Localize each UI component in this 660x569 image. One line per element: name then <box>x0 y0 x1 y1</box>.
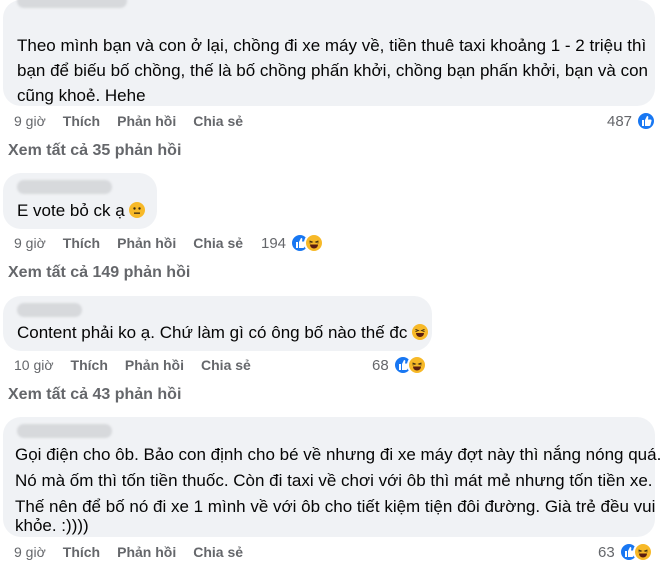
laughing-face-emoji <box>412 324 429 340</box>
reaction-count: 68 <box>372 356 389 374</box>
reaction-count: 194 <box>261 234 287 252</box>
reaction-count: 487 <box>607 112 633 130</box>
reaction-summary[interactable]: 63 <box>598 542 653 562</box>
view-replies-link[interactable]: Xem tất cả 149 phản hồi <box>8 264 190 282</box>
comment-time[interactable]: 9 giờ <box>14 544 46 560</box>
commenter-name-redacted[interactable] <box>17 424 112 438</box>
comment-time[interactable]: 9 giờ <box>14 235 46 251</box>
reply-button[interactable]: Phản hồi <box>125 357 184 373</box>
comment-text-line: Nó mà ốm thì tốn tiền thuốc. Còn đi taxi… <box>15 471 653 490</box>
comment-text: E vote bỏ ck ạ <box>17 201 125 220</box>
share-button[interactable]: Chia sẻ <box>193 544 243 560</box>
haha-icon <box>632 542 653 562</box>
commenter-name-redacted[interactable] <box>17 303 82 317</box>
comment-text-line: khỏe. :)))) <box>15 516 89 535</box>
comment-time[interactable]: 9 giờ <box>14 113 46 129</box>
like-button[interactable]: Thích <box>63 113 100 129</box>
reply-button[interactable]: Phản hồi <box>117 113 176 129</box>
reply-button[interactable]: Phản hồi <box>117 235 176 251</box>
comment-bubble-2: E vote bỏ ck ạ <box>3 173 157 229</box>
comment-actions: 9 giờ Thích Phản hồi Chia sẻ <box>14 544 243 560</box>
like-button[interactable]: Thích <box>63 235 100 251</box>
reaction-count: 63 <box>598 543 615 561</box>
comment-text-line: Gọi điện cho ôb. Bảo con định cho bé về … <box>15 445 660 464</box>
haha-icon <box>304 233 325 253</box>
comment-actions: 9 giờ Thích Phản hồi Chia sẻ <box>14 113 243 129</box>
reaction-summary[interactable]: 194 <box>261 233 325 253</box>
comment-text-line: E vote bỏ ck ạ <box>17 198 146 223</box>
share-button[interactable]: Chia sẻ <box>201 357 251 373</box>
comment-actions: 9 giờ Thích Phản hồi Chia sẻ <box>14 235 243 251</box>
comment-bubble-1: Theo mình bạn và con ở lại, chồng đi xe … <box>3 0 655 106</box>
like-button[interactable]: Thích <box>63 544 100 560</box>
reply-button[interactable]: Phản hồi <box>117 544 176 560</box>
comment-text-line: bạn để biếu bố chồng, thế là bố chồng ph… <box>17 61 649 80</box>
comment-text-line: Theo mình bạn và con ở lại, chồng đi xe … <box>17 36 647 55</box>
haha-icon <box>406 355 427 375</box>
share-button[interactable]: Chia sẻ <box>193 113 243 129</box>
comment-text-line: Thế nên để bố nó đi xe 1 mình về với ôb … <box>15 497 656 516</box>
comment-bubble-3: Content phải ko ạ. Chứ làm gì có ông bố … <box>3 296 432 351</box>
reaction-summary[interactable]: 487 <box>607 111 657 131</box>
view-replies-link[interactable]: Xem tất cả 35 phản hồi <box>8 142 181 160</box>
commenter-name-redacted[interactable] <box>17 180 112 194</box>
comment-time[interactable]: 10 giờ <box>14 357 54 373</box>
share-button[interactable]: Chia sẻ <box>193 235 243 251</box>
comment-actions: 10 giờ Thích Phản hồi Chia sẻ <box>14 357 251 373</box>
like-button[interactable]: Thích <box>71 357 108 373</box>
reaction-summary[interactable]: 68 <box>372 355 427 375</box>
comment-bubble-4: Gọi điện cho ôb. Bảo con định cho bé về … <box>3 417 660 537</box>
view-replies-link[interactable]: Xem tất cả 43 phản hồi <box>8 386 181 404</box>
comment-text-line: cũng khoẻ. Hehe <box>17 86 146 105</box>
like-icon <box>636 111 657 131</box>
comment-text: Content phải ko ạ. Chứ làm gì có ông bố … <box>17 323 408 342</box>
commenter-name-redacted[interactable] <box>17 0 127 8</box>
comment-text-line: Content phải ko ạ. Chứ làm gì có ông bố … <box>17 320 429 345</box>
neutral-face-emoji <box>129 202 146 218</box>
